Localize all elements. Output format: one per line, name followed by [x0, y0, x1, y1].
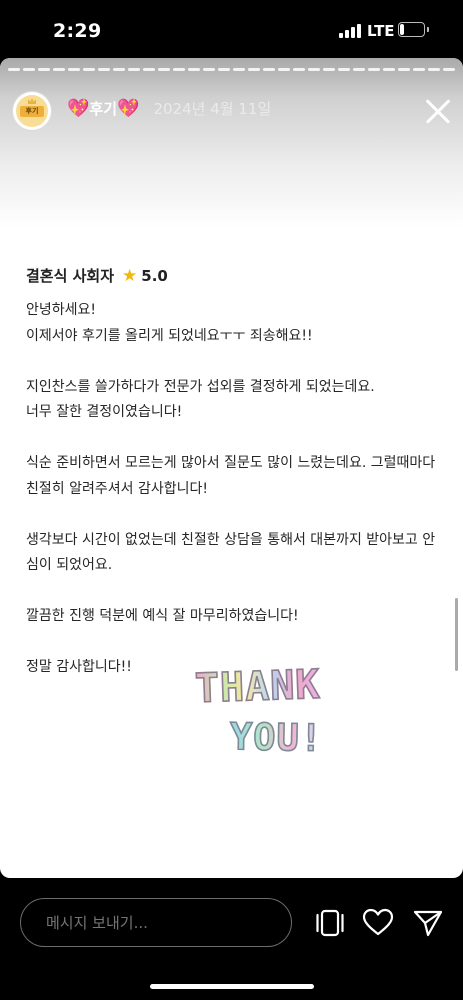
story-viewer[interactable]: 후기 💖 후기 💖 2024년 4월 11일 결혼식 사회자 ★ 5.0 안녕하…: [0, 58, 463, 878]
story-header-gradient: [0, 58, 463, 268]
progress-segment: [173, 68, 185, 71]
review-body: 안녕하세요! 이제서야 후기를 올리게 되었네요ㅜㅜ 죄송해요!! 지인찬스를 …: [26, 302, 436, 675]
progress-segment: [413, 68, 425, 71]
heart-icon[interactable]: [361, 906, 395, 940]
story-title-text: 후기: [89, 100, 118, 118]
progress-segment: [23, 68, 35, 71]
crown-icon: [28, 98, 36, 104]
battery-icon: 5: [398, 22, 425, 37]
progress-segment: [113, 68, 125, 71]
progress-segment: [248, 68, 260, 71]
progress-segment: [338, 68, 350, 71]
progress-segment: [398, 68, 410, 71]
carousel-icon[interactable]: [313, 906, 347, 940]
avatar-badge: 후기: [16, 95, 48, 127]
progress-segment: [98, 68, 110, 71]
sparkle-heart-icon: 💖: [67, 97, 90, 119]
battery-level: 5: [407, 22, 416, 36]
avatar-label: 후기: [20, 106, 44, 117]
progress-segment: [278, 68, 290, 71]
thank-you-sticker: THANK YOU!: [192, 661, 352, 774]
progress-segment: [203, 68, 215, 71]
progress-segment: [323, 68, 335, 71]
progress-segment: [188, 68, 200, 71]
send-icon[interactable]: [411, 906, 445, 940]
avatar[interactable]: 후기: [13, 92, 51, 130]
progress-segment: [143, 68, 155, 71]
progress-segment: [53, 68, 65, 71]
progress-segment: [443, 68, 455, 71]
review-service: 결혼식 사회자: [26, 267, 115, 285]
sparkle-heart-icon: 💖: [117, 97, 140, 119]
sticker-line-2: YOU!: [229, 714, 324, 760]
scrollbar[interactable]: [455, 598, 458, 671]
close-icon[interactable]: [424, 97, 452, 125]
progress-segment: [68, 68, 80, 71]
network-label: LTE: [367, 22, 395, 40]
review-header: 결혼식 사회자 ★ 5.0: [26, 265, 446, 286]
carousel-icon-graphic: [316, 909, 344, 937]
reply-bar: [0, 878, 463, 1000]
progress-segment: [293, 68, 305, 71]
heart-icon-graphic: [362, 908, 394, 936]
signal-icon: [339, 24, 361, 38]
progress-segment: [218, 68, 230, 71]
star-icon: ★: [122, 265, 138, 286]
progress-segment: [383, 68, 395, 71]
sticker-line-1: THANK: [193, 661, 322, 713]
status-bar: 2:29 LTE 5: [0, 0, 463, 58]
progress-segment: [368, 68, 380, 71]
progress-segment: [233, 68, 245, 71]
story-progress-bar: [8, 68, 455, 71]
review-card: 결혼식 사회자 ★ 5.0 안녕하세요! 이제서야 후기를 올리게 되었네요ㅜㅜ…: [26, 265, 446, 681]
progress-segment: [83, 68, 95, 71]
progress-segment: [158, 68, 170, 71]
battery-cap: [427, 27, 429, 32]
progress-segment: [353, 68, 365, 71]
home-indicator: [150, 984, 314, 989]
status-time: 2:29: [53, 20, 102, 42]
send-icon-graphic: [413, 910, 443, 937]
progress-segment: [428, 68, 440, 71]
progress-segment: [8, 68, 20, 71]
story-date: 2024년 4월 11일: [153, 100, 272, 118]
message-input[interactable]: [20, 898, 292, 947]
progress-segment: [38, 68, 50, 71]
progress-segment: [308, 68, 320, 71]
progress-segment: [263, 68, 275, 71]
progress-segment: [128, 68, 140, 71]
review-rating: 5.0: [141, 266, 168, 285]
story-title[interactable]: 💖 후기 💖 2024년 4월 11일: [67, 98, 271, 119]
